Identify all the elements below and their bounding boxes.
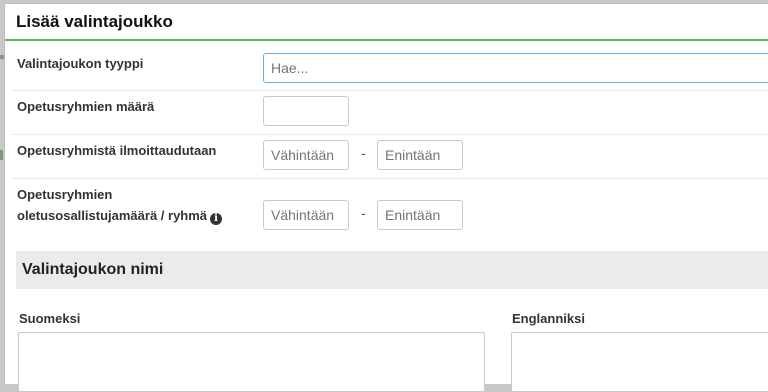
type-search-input[interactable] [263, 53, 768, 83]
default-size-min-input[interactable] [263, 200, 349, 230]
enroll-range-separator: - [361, 145, 366, 161]
enroll-max-input[interactable] [377, 140, 463, 170]
english-name-label: Englanniksi [512, 311, 585, 326]
finnish-name-label: Suomeksi [19, 311, 81, 326]
info-icon[interactable]: i [210, 213, 223, 225]
modal-header: Lisää valintajoukko [5, 4, 768, 41]
english-name-textarea[interactable] [511, 332, 768, 392]
group-count-label: Opetusryhmien määrä [17, 99, 155, 114]
name-section-title: Valintajoukon nimi [22, 261, 164, 278]
type-label: Valintajoukon tyyppi [17, 56, 144, 71]
enroll-min-input[interactable] [263, 140, 349, 170]
default-size-max-input[interactable] [377, 200, 463, 230]
modal-title: Lisää valintajoukko [16, 11, 173, 31]
group-count-input[interactable] [263, 96, 349, 126]
default-size-range-separator: - [361, 205, 366, 221]
default-size-label-text: oletusosallistujamäärä / ryhmä [17, 208, 208, 223]
form-row-group-count: Opetusryhmien määrä [11, 91, 768, 135]
name-section-header: Valintajoukon nimi [16, 251, 768, 289]
default-size-label-line2: oletusosallistujamäärä / ryhmä i [17, 206, 223, 226]
backdrop-fragment [0, 150, 3, 160]
finnish-name-textarea[interactable] [18, 332, 485, 392]
default-size-label-line1: Opetusryhmien [17, 187, 113, 202]
enroll-label: Opetusryhmistä ilmoittaudutaan [17, 143, 217, 158]
add-choice-set-modal: Lisää valintajoukko Valintajoukon tyyppi… [4, 3, 768, 392]
